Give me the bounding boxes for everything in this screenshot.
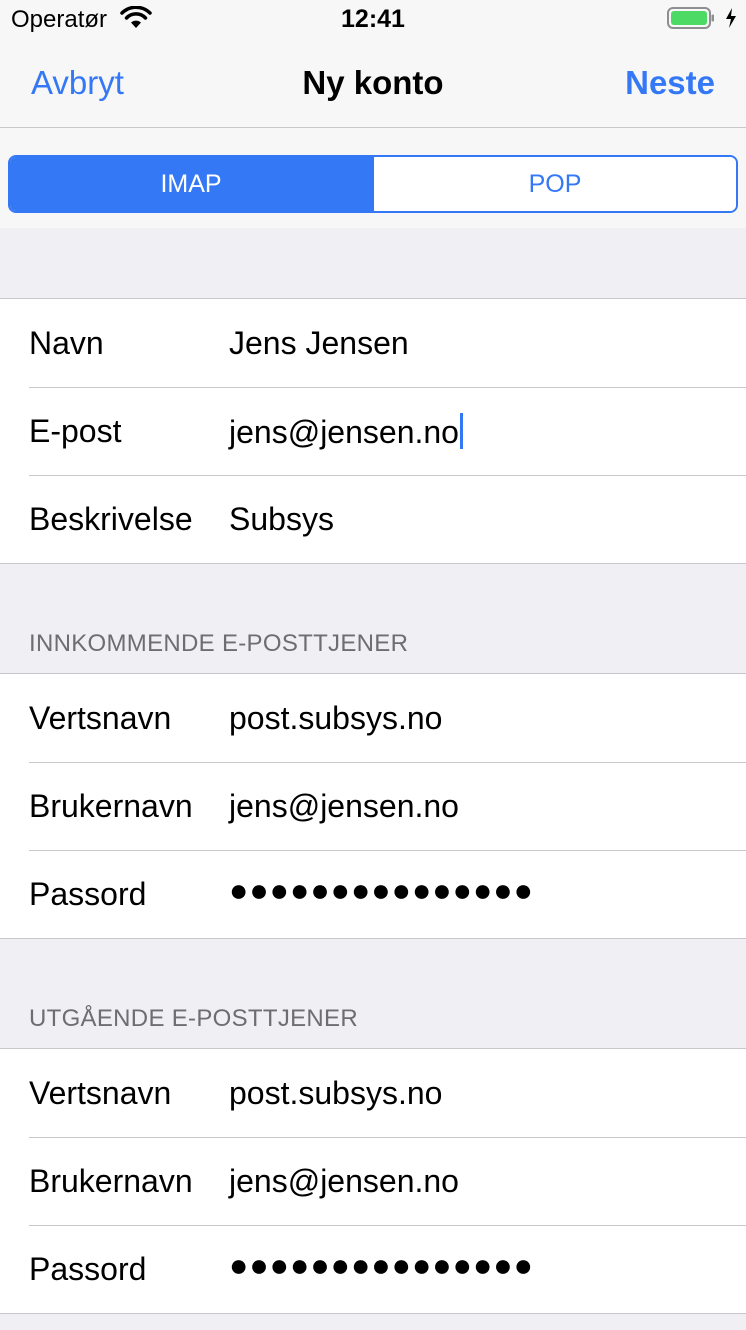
email-label: E-post: [29, 413, 122, 449]
incoming-password-field[interactable]: ●●●●●●●●●●●●●●●: [229, 872, 534, 909]
description-label: Beskrivelse: [29, 501, 193, 537]
segment-pop[interactable]: POP: [372, 157, 736, 211]
description-row[interactable]: Beskrivelse Subsys: [0, 475, 746, 563]
outgoing-password-label: Passord: [29, 1251, 147, 1287]
outgoing-server-group: Vertsnavn post.subsys.no Brukernavn jens…: [0, 1048, 746, 1314]
email-field[interactable]: jens@jensen.no: [229, 413, 463, 451]
email-field-text: jens@jensen.no: [229, 414, 459, 450]
incoming-user-row[interactable]: Brukernavn jens@jensen.no: [0, 762, 746, 850]
outgoing-password-field[interactable]: ●●●●●●●●●●●●●●●: [229, 1247, 534, 1284]
description-field[interactable]: Subsys: [229, 501, 334, 538]
incoming-password-label: Passord: [29, 876, 147, 912]
protocol-segmented-control: IMAP POP: [8, 155, 738, 213]
outgoing-section-header: UTGÅENDE E-POSTTJENER: [29, 1005, 358, 1032]
account-info-group: Navn Jens Jensen E-post jens@jensen.no B…: [0, 298, 746, 564]
charging-icon: [724, 6, 738, 30]
name-row[interactable]: Navn Jens Jensen: [0, 299, 746, 387]
battery-icon: [667, 6, 715, 30]
incoming-user-field[interactable]: jens@jensen.no: [229, 788, 459, 825]
outgoing-user-label: Brukernavn: [29, 1163, 193, 1199]
incoming-host-row[interactable]: Vertsnavn post.subsys.no: [0, 674, 746, 762]
outgoing-user-field[interactable]: jens@jensen.no: [229, 1163, 459, 1200]
clock: 12:41: [341, 5, 405, 33]
text-cursor: [459, 413, 463, 449]
incoming-password-row[interactable]: Passord ●●●●●●●●●●●●●●●: [0, 850, 746, 938]
email-row[interactable]: E-post jens@jensen.no: [0, 387, 746, 475]
incoming-user-label: Brukernavn: [29, 788, 193, 824]
outgoing-user-row[interactable]: Brukernavn jens@jensen.no: [0, 1137, 746, 1225]
outgoing-password-row[interactable]: Passord ●●●●●●●●●●●●●●●: [0, 1225, 746, 1313]
outgoing-host-row[interactable]: Vertsnavn post.subsys.no: [0, 1049, 746, 1137]
name-label: Navn: [29, 325, 104, 361]
protocol-selector-area: IMAP POP: [0, 128, 746, 228]
status-bar: Operatør 12:41: [0, 0, 746, 40]
incoming-host-label: Vertsnavn: [29, 700, 172, 736]
name-field[interactable]: Jens Jensen: [229, 325, 409, 362]
outgoing-host-field[interactable]: post.subsys.no: [229, 1075, 442, 1112]
outgoing-host-label: Vertsnavn: [29, 1075, 172, 1111]
incoming-host-field[interactable]: post.subsys.no: [229, 700, 442, 737]
next-button[interactable]: Neste: [625, 64, 715, 102]
navigation-bar: Avbryt Ny konto Neste: [0, 40, 746, 128]
incoming-section-header: INNKOMMENDE E-POSTTJENER: [29, 630, 409, 657]
segment-imap[interactable]: IMAP: [10, 157, 372, 211]
incoming-server-group: Vertsnavn post.subsys.no Brukernavn jens…: [0, 673, 746, 939]
